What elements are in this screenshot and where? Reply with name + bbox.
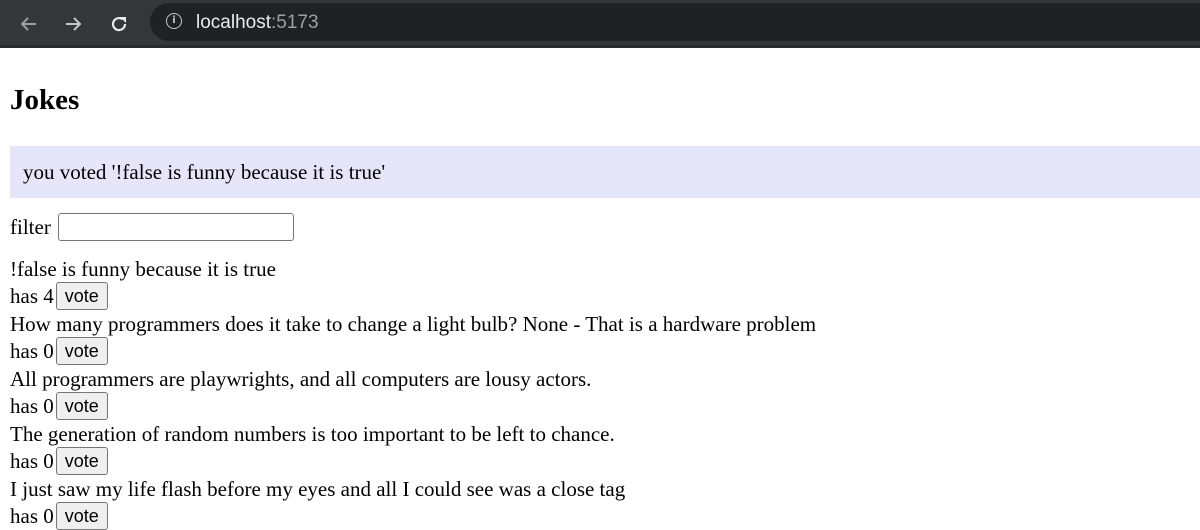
vote-count: has 4	[10, 284, 54, 308]
list-item: !false is funny because it is true has 4…	[10, 255, 816, 310]
filter-row: filter	[10, 212, 294, 242]
joke-text: I just saw my life flash before my eyes …	[10, 477, 626, 501]
back-arrow-icon[interactable]	[14, 9, 44, 39]
joke-text: All programmers are playwrights, and all…	[10, 367, 592, 391]
notification-banner: you voted '!false is funny because it is…	[10, 146, 1200, 198]
joke-votes-row: has 0 vote	[10, 447, 816, 475]
reload-icon[interactable]	[104, 9, 134, 39]
list-item: I just saw my life flash before my eyes …	[10, 475, 816, 530]
joke-votes-row: has 0 vote	[10, 337, 816, 365]
vote-button[interactable]: vote	[55, 502, 108, 530]
browser-toolbar: i localhost:5173	[0, 0, 1200, 48]
vote-count: has 0	[10, 394, 54, 418]
vote-button[interactable]: vote	[55, 282, 108, 310]
joke-list: !false is funny because it is true has 4…	[10, 255, 816, 530]
url-text: localhost:5173	[196, 12, 319, 34]
filter-label: filter	[10, 215, 51, 239]
joke-votes-row: has 0 vote	[10, 392, 816, 420]
joke-text: !false is funny because it is true	[10, 257, 276, 281]
vote-count: has 0	[10, 339, 54, 363]
list-item: How many programmers does it take to cha…	[10, 310, 816, 365]
list-item: The generation of random numbers is too …	[10, 420, 816, 475]
vote-count: has 0	[10, 504, 54, 528]
filter-input[interactable]	[57, 213, 294, 241]
url-port: :5173	[271, 12, 319, 33]
forward-arrow-icon[interactable]	[58, 9, 88, 39]
vote-count: has 0	[10, 449, 54, 473]
list-item: All programmers are playwrights, and all…	[10, 365, 816, 420]
joke-text: How many programmers does it take to cha…	[10, 312, 817, 336]
url-host: localhost	[196, 12, 271, 33]
vote-button[interactable]: vote	[55, 392, 108, 420]
address-bar[interactable]: i localhost:5173	[150, 3, 1200, 41]
page-title: Jokes	[10, 84, 80, 116]
joke-votes-row: has 0 vote	[10, 502, 816, 530]
vote-button[interactable]: vote	[55, 337, 108, 365]
joke-text: The generation of random numbers is too …	[10, 422, 615, 446]
info-icon[interactable]: i	[166, 13, 182, 29]
vote-button[interactable]: vote	[55, 447, 108, 475]
joke-votes-row: has 4 vote	[10, 282, 816, 310]
